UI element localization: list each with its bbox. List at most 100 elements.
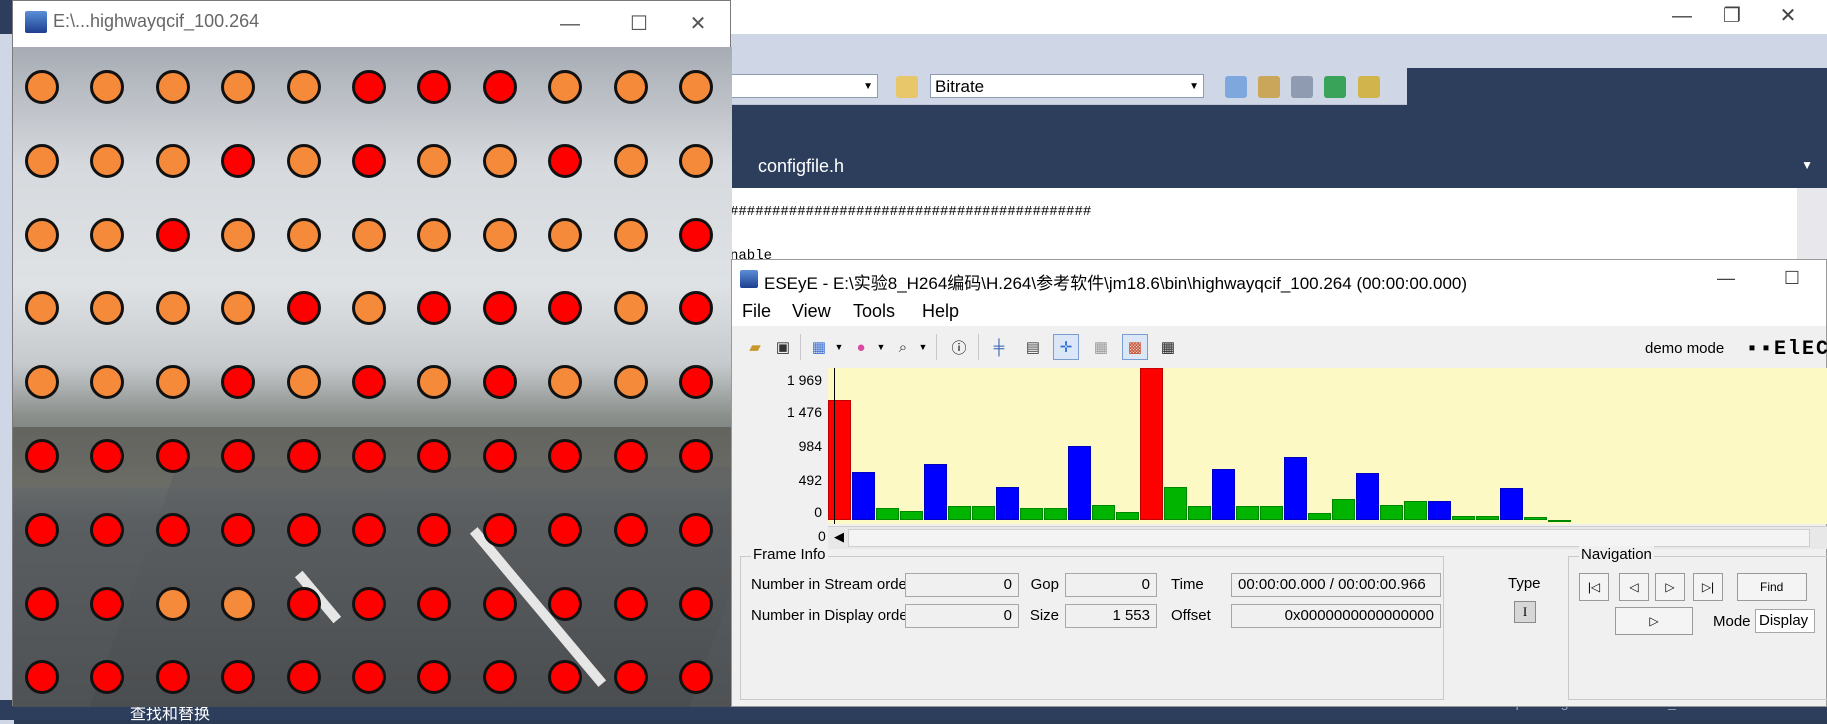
bitrate-bar[interactable] [1164, 486, 1187, 520]
bitrate-chart[interactable] [828, 368, 1827, 524]
zoom-icon[interactable]: ⌕ [890, 334, 916, 360]
bitrate-bar[interactable] [900, 510, 923, 520]
ide-close-button[interactable]: ✕ [1753, 0, 1823, 34]
bitrate-bar[interactable] [1020, 507, 1043, 520]
bitrate-bar[interactable] [1068, 445, 1091, 520]
properties-icon[interactable] [1258, 76, 1280, 98]
qp-dot [286, 586, 321, 621]
mb-type-icon[interactable]: ▩ [1122, 334, 1148, 360]
last-frame-button[interactable]: ▷| [1693, 573, 1723, 601]
grid-split-icon[interactable]: ╪ [986, 334, 1012, 360]
motion-vector-icon[interactable]: ✛ [1053, 334, 1079, 360]
navigation-group: Navigation |◁ ◁ ▷ ▷| Find ▷ Mode Display [1568, 546, 1827, 700]
prev-frame-button[interactable]: ◁ [1619, 573, 1649, 601]
chevron-down-icon[interactable]: ▼ [833, 334, 845, 360]
y-tick-label: 492 [798, 472, 822, 488]
bitrate-bar[interactable] [924, 464, 947, 520]
video-close-button[interactable]: ✕ [668, 7, 728, 41]
chart-icon[interactable]: ▦ [806, 334, 832, 360]
scroll-thumb[interactable] [848, 529, 1810, 547]
chevron-down-icon[interactable]: ▼ [875, 334, 887, 360]
bitrate-bar[interactable] [1404, 500, 1427, 520]
qp-dot [417, 439, 452, 473]
eseye-maximize-button[interactable]: ☐ [1762, 262, 1822, 294]
qp-dot [155, 439, 190, 473]
partition-icon[interactable]: ▦ [1088, 334, 1114, 360]
bitrate-bar[interactable] [1260, 506, 1283, 520]
folder-open-icon[interactable] [896, 76, 918, 98]
y-tick-label: 1 476 [786, 404, 822, 420]
first-frame-button[interactable]: |◁ [1579, 573, 1609, 601]
menu-tools[interactable]: Tools [853, 301, 895, 322]
next-frame-button[interactable]: ▷ [1655, 573, 1685, 601]
layout-icon[interactable] [1358, 76, 1380, 98]
chevron-down-icon[interactable]: ▼ [917, 334, 929, 360]
bitrate-bar[interactable] [1092, 505, 1115, 520]
x-axis-zero-label: 0 [818, 528, 826, 544]
bitrate-bar[interactable] [1308, 513, 1331, 520]
menu-file[interactable]: File [742, 301, 771, 322]
bitrate-bar[interactable] [948, 506, 971, 520]
qp-dot [221, 586, 256, 621]
open-folder-icon[interactable]: ▰ [742, 334, 768, 360]
menu-help[interactable]: Help [922, 301, 959, 322]
size-field: 1 553 [1065, 604, 1157, 628]
find-in-files-icon[interactable] [1225, 76, 1247, 98]
tools-icon[interactable] [1291, 76, 1313, 98]
bitrate-bar[interactable] [1116, 511, 1139, 520]
play-button[interactable]: ▷ [1615, 607, 1693, 635]
bitrate-bar[interactable] [1452, 516, 1475, 520]
bitrate-bar[interactable] [1428, 501, 1451, 520]
code-line: ########################################… [730, 204, 1092, 220]
chart-scrollbar[interactable]: ◀ [828, 526, 1827, 549]
bitrate-bar[interactable] [1212, 469, 1235, 520]
export-icon[interactable] [1324, 76, 1346, 98]
menu-view[interactable]: View [792, 301, 831, 322]
qp-dot [679, 365, 713, 400]
bitrate-bar[interactable] [828, 400, 851, 520]
video-minimize-button[interactable]: — [540, 7, 600, 41]
video-maximize-button[interactable]: ☐ [609, 7, 669, 41]
qp-dot [90, 439, 125, 473]
grid-icon[interactable]: ▦ [1155, 334, 1181, 360]
tab-configfile[interactable]: configfile.h [758, 156, 844, 177]
bitrate-bar[interactable] [1284, 457, 1307, 520]
bitrate-bar[interactable] [1476, 516, 1499, 520]
app-icon [740, 270, 758, 288]
bitrate-combo-value: Bitrate [935, 77, 985, 96]
bitrate-bar[interactable] [1188, 506, 1211, 520]
save-icon[interactable]: ▣ [770, 334, 796, 360]
eseye-minimize-button[interactable]: — [1696, 262, 1756, 294]
frame-cursor[interactable] [834, 368, 835, 524]
find-button[interactable]: Find [1737, 573, 1807, 601]
bitrate-bar[interactable] [1524, 516, 1547, 520]
qp-dot [286, 291, 321, 326]
editor-scrollbar[interactable] [1797, 188, 1827, 264]
color-wheel-icon[interactable]: ● [848, 334, 874, 360]
qp-dot [482, 439, 517, 473]
bitrate-bar[interactable] [852, 472, 875, 520]
ide-bitrate-combo[interactable]: Bitrate ▼ [930, 74, 1204, 98]
qp-dot [613, 512, 648, 547]
qp-dot [482, 291, 517, 326]
info-icon[interactable]: ⓘ [946, 334, 972, 360]
bitrate-bar[interactable] [1380, 504, 1403, 520]
macroblock-icon[interactable]: ▤ [1020, 334, 1046, 360]
mode-select[interactable]: Display [1755, 609, 1815, 633]
ide-config-combo[interactable]: ▼ [730, 74, 878, 98]
bitrate-bar[interactable] [1548, 520, 1571, 522]
bitrate-bar[interactable] [1500, 488, 1523, 520]
bitrate-bar[interactable] [1332, 499, 1355, 520]
qp-dot [221, 217, 256, 252]
bitrate-bar[interactable] [876, 508, 899, 520]
bitrate-bar[interactable] [1140, 368, 1163, 520]
bitrate-bar[interactable] [996, 486, 1019, 520]
scroll-left-icon[interactable]: ◀ [834, 529, 844, 545]
bitrate-bar[interactable] [972, 506, 995, 520]
type-label: Type [1508, 575, 1541, 592]
ide-editor[interactable]: ########################################… [730, 188, 1797, 264]
bitrate-bar[interactable] [1236, 506, 1259, 520]
bitrate-bar[interactable] [1356, 472, 1379, 520]
tab-list-chevron-icon[interactable]: ▼ [1801, 158, 1813, 172]
bitrate-bar[interactable] [1044, 507, 1067, 520]
